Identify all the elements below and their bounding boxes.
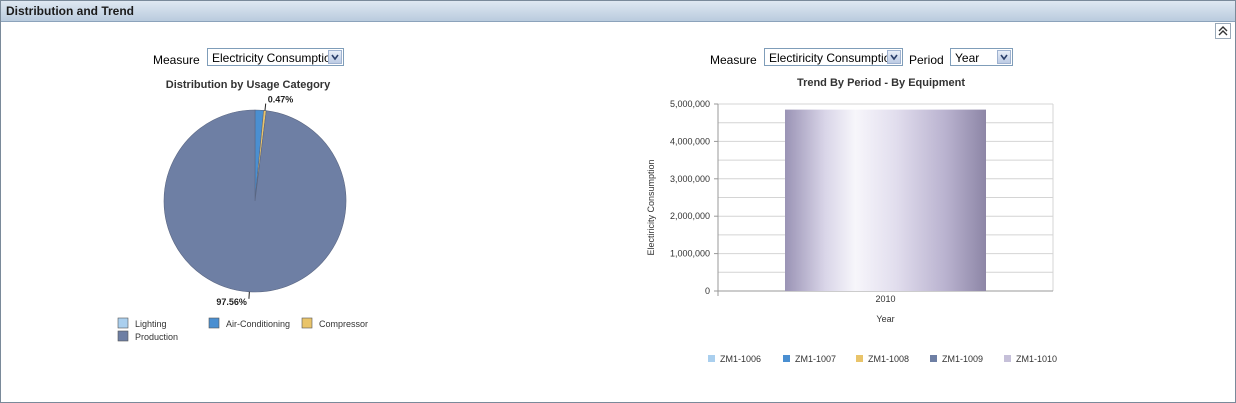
legend-label-air-conditioning: Air-Conditioning [226, 319, 290, 329]
left-measure-select[interactable]: Electricity Consumption [207, 48, 344, 66]
legend-swatch-zm1-1006 [708, 355, 715, 362]
legend-label-zm1-1007: ZM1-1007 [795, 354, 836, 364]
legend-swatch-zm1-1008 [856, 355, 863, 362]
y-axis-label: Electiricity Consumption [646, 159, 656, 255]
period-label: Period [909, 53, 944, 67]
y-tick-label: 2,000,000 [670, 211, 710, 221]
legend-swatch-lighting [117, 317, 129, 329]
legend-swatch-zm1-1010 [1004, 355, 1011, 362]
chevron-down-icon [887, 50, 901, 64]
pie-data-label: 0.47% [268, 95, 294, 105]
period-select[interactable]: Year [950, 48, 1013, 66]
bar-chart: 0 1,000,000 2,000,000 3,000,000 4,000,000 5,0… [646, 99, 1057, 364]
y-tick-label: 3,000,000 [670, 174, 710, 184]
pie-label-leader [264, 103, 267, 111]
legend-swatch-zm1-1007 [783, 355, 790, 362]
legend-label-zm1-1008: ZM1-1008 [868, 354, 909, 364]
distribution-trend-panel: Distribution and Trend Measure Electrici… [0, 0, 1236, 403]
y-tick-label: 5,000,000 [670, 99, 710, 109]
x-axis-label: Year [876, 314, 894, 324]
chevron-down-icon [328, 50, 342, 64]
bar-chart-title: Trend By Period - By Equipment [796, 77, 966, 89]
legend-label-compressor: Compressor [319, 319, 368, 329]
panel-header: Distribution and Trend [1, 1, 1235, 22]
legend-swatch-production [117, 330, 129, 342]
panel-title: Distribution and Trend [6, 4, 134, 18]
x-tick-label: 2010 [875, 294, 895, 304]
y-tick-label: 1,000,000 [670, 249, 710, 259]
y-tick-label: 4,000,000 [670, 136, 710, 146]
legend-label-lighting: Lighting [135, 319, 167, 329]
legend-label-zm1-1006: ZM1-1006 [720, 354, 761, 364]
legend-label-zm1-1009: ZM1-1009 [942, 354, 983, 364]
pie-chart-title: Distribution by Usage Category [165, 79, 331, 91]
legend-swatch-zm1-1009 [930, 355, 937, 362]
pie-data-label: 97.56% [216, 297, 247, 307]
legend-label-production: Production [135, 332, 178, 342]
legend-label-zm1-1010: ZM1-1010 [1016, 354, 1057, 364]
left-measure-label: Measure [153, 53, 200, 67]
chevron-down-icon [997, 50, 1011, 64]
right-measure-value: Electiricity Consumption [769, 51, 898, 65]
left-measure-value: Electricity Consumption [212, 51, 338, 65]
pie-chart: 0.47% 97.56% Lighting Air-Conditioning Compr… [117, 95, 368, 342]
legend-swatch-compressor [301, 317, 313, 329]
legend-swatch-air-conditioning [208, 317, 220, 329]
period-value: Year [955, 51, 980, 65]
y-tick-label: 0 [705, 286, 710, 296]
pie-slice-production[interactable] [163, 109, 347, 293]
double-chevron-up-icon [1218, 26, 1228, 36]
right-measure-select[interactable]: Electiricity Consumption [764, 48, 903, 66]
collapse-button[interactable] [1215, 23, 1231, 39]
bar-zm1-1010[interactable] [785, 109, 986, 291]
right-measure-label: Measure [710, 53, 757, 67]
